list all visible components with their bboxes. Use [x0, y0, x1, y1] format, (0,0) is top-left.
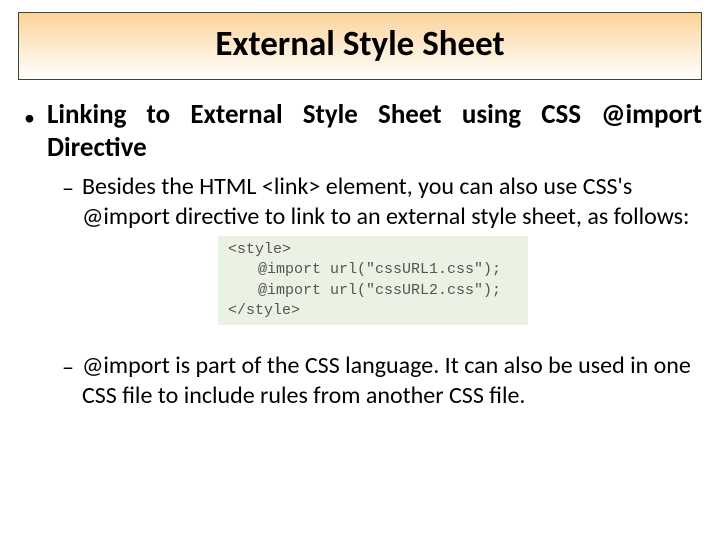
bullet-marker: •: [24, 104, 35, 131]
code-line-2: @import url("cssURL1.css");: [228, 260, 518, 280]
bullet-level-1: • Linking to External Style Sheet using …: [18, 98, 702, 164]
dash-marker: –: [62, 174, 74, 203]
slide-title: External Style Sheet: [19, 23, 701, 65]
bullet-level-2-item-1: – Besides the HTML <link> element, you c…: [18, 172, 702, 232]
bullet-text-main: Linking to External Style Sheet using CS…: [47, 98, 702, 164]
sub-bullet-text-1: Besides the HTML <link> element, you can…: [82, 172, 702, 232]
code-line-4: </style>: [228, 301, 518, 321]
code-line-1: <style>: [228, 240, 518, 260]
slide-title-box: External Style Sheet: [18, 12, 702, 80]
bullet-level-2-item-2: – @import is part of the CSS language. I…: [18, 351, 702, 411]
code-example-box: <style> @import url("cssURL1.css"); @imp…: [218, 236, 528, 325]
code-line-3: @import url("cssURL2.css");: [228, 281, 518, 301]
dash-marker: –: [62, 353, 74, 382]
sub-bullet-text-2: @import is part of the CSS language. It …: [82, 351, 702, 411]
